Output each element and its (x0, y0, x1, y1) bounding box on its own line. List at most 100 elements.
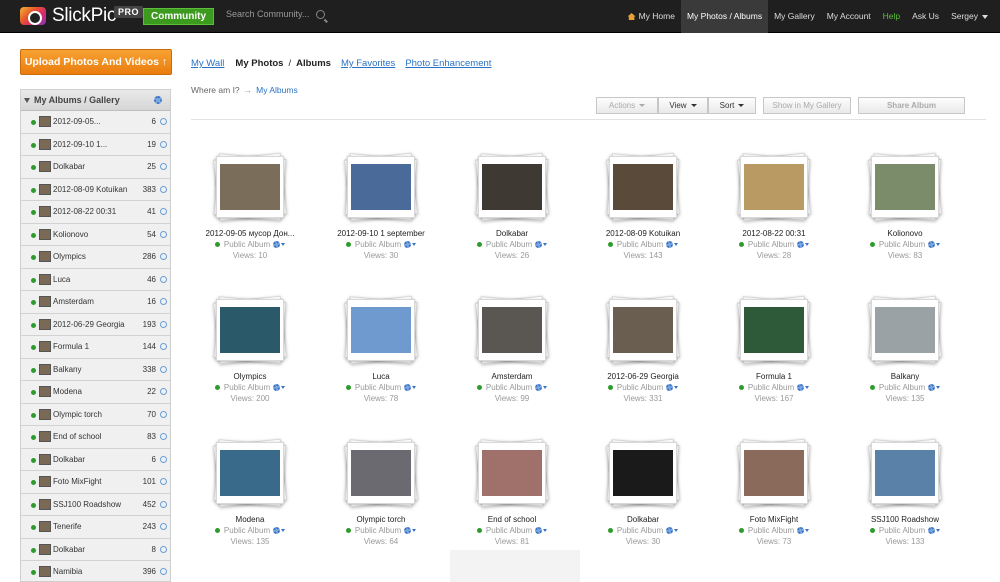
upload-button[interactable]: Upload Photos And Videos ↑ (20, 49, 172, 75)
actions-button[interactable]: Actions (596, 97, 658, 114)
gear-icon[interactable] (404, 241, 412, 248)
album-cover-stack[interactable] (343, 292, 419, 368)
album-title[interactable]: Formula 1 (709, 372, 839, 381)
gear-icon[interactable] (666, 384, 674, 391)
chevron-down-icon[interactable] (805, 386, 810, 389)
sidebar-album-item[interactable]: 2012-09-10 1... 19 (21, 133, 170, 156)
album-tile[interactable]: Amsterdam Public Album Views: 99 (447, 292, 577, 422)
tab-my-favorites[interactable]: My Favorites (341, 58, 395, 69)
album-cover-stack[interactable] (736, 292, 812, 368)
album-tile[interactable]: Olympics Public Album Views: 200 (185, 292, 315, 422)
chevron-down-icon[interactable] (936, 386, 941, 389)
sidebar-album-item[interactable]: Luca 46 (21, 268, 170, 291)
tab-albums[interactable]: Albums (296, 58, 331, 69)
chevron-down-icon[interactable] (412, 386, 417, 389)
album-cover-stack[interactable] (474, 149, 550, 225)
gear-icon[interactable] (273, 384, 281, 391)
sidebar-album-item[interactable]: Modena 22 (21, 381, 170, 404)
gear-icon[interactable] (928, 527, 936, 534)
album-cover-stack[interactable] (343, 149, 419, 225)
album-cover-stack[interactable] (736, 149, 812, 225)
sidebar-album-item[interactable]: Dolkabar 25 (21, 156, 170, 179)
album-title[interactable]: Dolkabar (578, 515, 708, 524)
sidebar-album-item[interactable]: Olympics 286 (21, 246, 170, 269)
chevron-down-icon[interactable] (674, 529, 679, 532)
nav-my-photos-albums[interactable]: My Photos / Albums (680, 0, 769, 33)
gear-icon[interactable] (273, 241, 281, 248)
gear-icon[interactable] (535, 241, 543, 248)
album-tile[interactable]: Formula 1 Public Album Views: 167 (709, 292, 839, 422)
album-tile[interactable]: SSJ100 Roadshow Public Album Views: 133 (840, 435, 970, 565)
gear-icon[interactable] (535, 527, 543, 534)
chevron-down-icon[interactable] (805, 529, 810, 532)
album-title[interactable]: SSJ100 Roadshow (840, 515, 970, 524)
sidebar-album-item[interactable]: Kolionovo 54 (21, 223, 170, 246)
gear-icon[interactable] (404, 384, 412, 391)
chevron-down-icon[interactable] (412, 243, 417, 246)
album-title[interactable]: Olympics (185, 372, 315, 381)
sidebar-album-item[interactable]: Balkany 338 (21, 358, 170, 381)
chevron-down-icon[interactable] (543, 243, 548, 246)
chevron-down-icon[interactable] (936, 529, 941, 532)
breadcrumb-my-albums[interactable]: My Albums (256, 85, 298, 95)
gear-icon[interactable] (797, 527, 805, 534)
nav-my-gallery[interactable]: My Gallery (768, 0, 821, 33)
sidebar-album-item[interactable]: 2012-08-09 Kotuikan 383 (21, 178, 170, 201)
album-tile[interactable]: Dolkabar Public Album Views: 26 (447, 149, 577, 279)
album-tile[interactable]: Kolionovo Public Album Views: 83 (840, 149, 970, 279)
album-cover-stack[interactable] (867, 292, 943, 368)
nav-help[interactable]: Help (877, 0, 906, 33)
sidebar-album-item[interactable]: Amsterdam 16 (21, 291, 170, 314)
gear-icon[interactable] (273, 527, 281, 534)
chevron-down-icon[interactable] (936, 243, 941, 246)
album-options-icon[interactable] (160, 185, 167, 193)
album-tile[interactable]: Luca Public Album Views: 78 (316, 292, 446, 422)
search-input[interactable]: Search Community... (226, 9, 309, 19)
album-options-icon[interactable] (160, 433, 167, 440)
album-tile[interactable]: Balkany Public Album Views: 135 (840, 292, 970, 422)
show-in-gallery-button[interactable]: Show in My Gallery (763, 97, 851, 114)
album-title[interactable]: Dolkabar (447, 229, 577, 238)
view-button[interactable]: View (658, 97, 708, 114)
album-options-icon[interactable] (160, 320, 167, 328)
album-title[interactable]: 2012-09-10 1 september (316, 229, 446, 238)
album-options-icon[interactable] (160, 275, 167, 283)
gear-icon[interactable] (928, 241, 936, 248)
gear-icon[interactable] (154, 96, 162, 104)
tab-photo-enhancement[interactable]: Photo Enhancement (405, 58, 491, 69)
album-title[interactable]: 2012-08-09 Kotuikan (578, 229, 708, 238)
album-cover-stack[interactable] (212, 435, 288, 511)
album-title[interactable]: Luca (316, 372, 446, 381)
album-title[interactable]: Modena (185, 515, 315, 524)
gear-icon[interactable] (535, 384, 543, 391)
sidebar-album-item[interactable]: Tenerife 243 (21, 516, 170, 539)
album-title[interactable]: Kolionovo (840, 229, 970, 238)
sidebar-album-item[interactable]: End of school 83 (21, 426, 170, 449)
album-tile[interactable]: 2012-06-29 Georgia Public Album Views: 331 (578, 292, 708, 422)
album-options-icon[interactable] (160, 523, 167, 530)
album-title[interactable]: 2012-09-05 мусор Дон... (185, 229, 315, 238)
share-album-button[interactable]: Share Album (858, 97, 965, 114)
sidebar-album-item[interactable]: 2012-08-22 00:31 41 (21, 201, 170, 224)
album-options-icon[interactable] (160, 163, 167, 170)
album-options-icon[interactable] (160, 343, 167, 350)
gear-icon[interactable] (928, 384, 936, 391)
sort-button[interactable]: Sort (708, 97, 756, 114)
album-options-icon[interactable] (160, 410, 167, 418)
album-options-icon[interactable] (160, 208, 167, 215)
album-cover-stack[interactable] (605, 149, 681, 225)
gear-icon[interactable] (404, 527, 412, 534)
nav-my-home[interactable]: My Home (622, 0, 681, 33)
logo[interactable]: SlickPic (20, 5, 116, 27)
sidebar-album-item[interactable]: Dolkabar 8 (21, 538, 170, 561)
album-cover-stack[interactable] (867, 435, 943, 511)
collapse-triangle-icon[interactable] (24, 97, 30, 103)
sidebar-album-item[interactable]: Formula 1 144 (21, 336, 170, 359)
search-box[interactable]: Search Community... (226, 9, 326, 19)
sidebar-album-item[interactable]: Dolkabar 6 (21, 448, 170, 471)
album-options-icon[interactable] (160, 365, 167, 373)
tab-my-wall[interactable]: My Wall (191, 58, 224, 69)
chevron-down-icon[interactable] (281, 243, 286, 246)
album-options-icon[interactable] (160, 140, 167, 148)
album-tile[interactable]: Foto MixFight Public Album Views: 73 (709, 435, 839, 565)
